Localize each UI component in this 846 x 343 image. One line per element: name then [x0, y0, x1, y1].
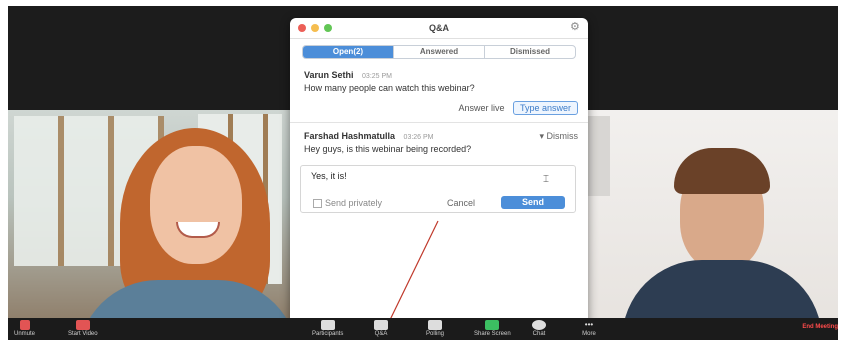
meeting-window: Q&A ⚙ Open(2) Answered Dismissed Varun S…	[8, 6, 838, 340]
share-screen-button[interactable]: Share Screen	[474, 320, 511, 337]
toolbar-label: Start Video	[68, 331, 98, 337]
polling-icon	[428, 320, 442, 330]
toolbar-label: Participants	[312, 331, 344, 337]
start-video-button[interactable]: Start Video	[68, 320, 98, 337]
meeting-toolbar: Unmute Start Video Participants Q&A Poll…	[8, 318, 838, 340]
participants-button[interactable]: Participants	[312, 320, 343, 337]
toolbar-label: Q&A	[374, 331, 388, 337]
chat-icon	[532, 320, 546, 330]
toolbar-label: More	[582, 331, 596, 337]
end-meeting-button[interactable]: End Meeting	[802, 324, 838, 330]
polling-button[interactable]: Polling	[426, 320, 444, 337]
share-screen-icon	[485, 320, 500, 330]
participants-icon	[320, 320, 335, 330]
unmute-button[interactable]: Unmute	[14, 320, 35, 337]
toolbar-label: Unmute	[14, 331, 36, 337]
more-icon: •••	[584, 320, 594, 329]
chat-button[interactable]: Chat	[532, 320, 546, 337]
toolbar-label: Polling	[426, 331, 445, 337]
toolbar-label: Share Screen	[474, 331, 511, 337]
more-button[interactable]: ••• More	[582, 320, 596, 337]
annotation-arrow	[384, 220, 439, 328]
toolbar-label: Chat	[532, 331, 546, 337]
qa-button[interactable]: Q&A	[374, 320, 388, 337]
microphone-muted-icon	[19, 320, 30, 330]
video-off-icon	[75, 320, 90, 330]
qa-icon	[374, 320, 388, 330]
